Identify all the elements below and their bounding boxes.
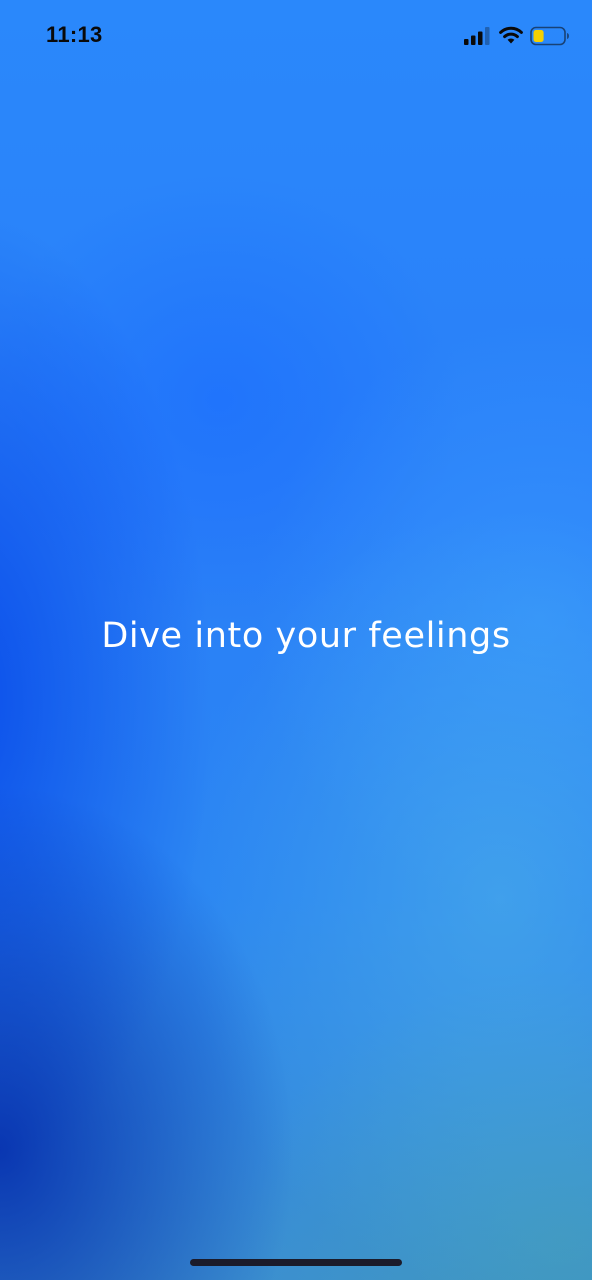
battery-icon — [530, 26, 569, 46]
splash-screen: 11:13 Dive into your feelings — [0, 0, 592, 1280]
wifi-icon — [499, 26, 523, 44]
status-time: 11:13 — [46, 22, 103, 47]
signal-icon — [464, 27, 490, 45]
status-bar: 11:13 — [0, 0, 592, 72]
home-indicator[interactable] — [190, 1259, 402, 1266]
headline: Dive into your feelings — [101, 616, 511, 656]
